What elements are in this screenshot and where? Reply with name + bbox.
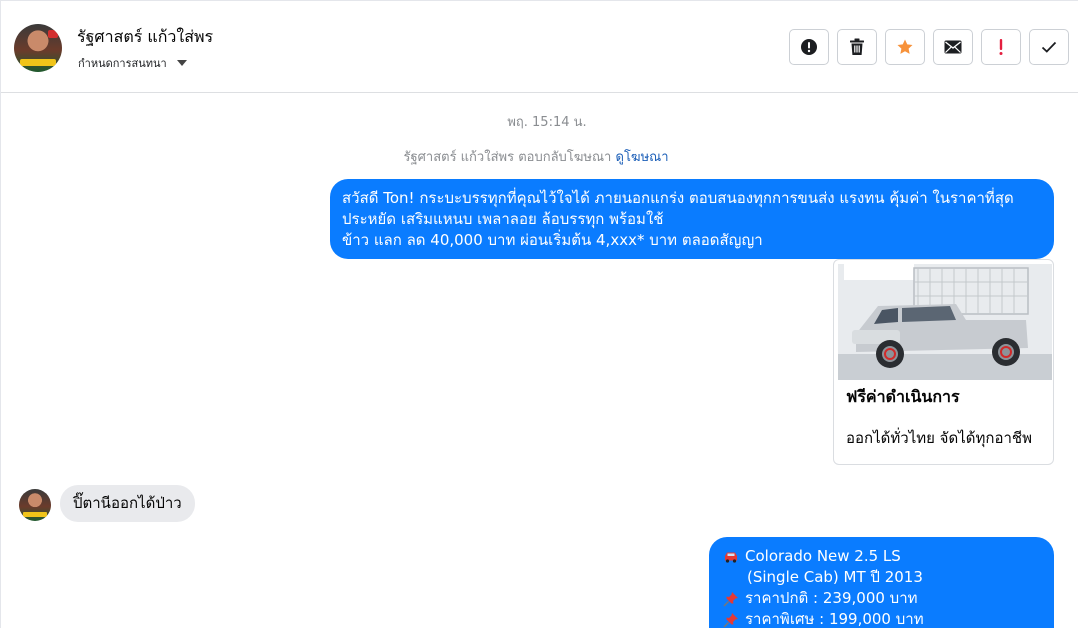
- ad-card[interactable]: ฟรีค่าดำเนินการ ออกได้ทั่วไทย จัดได้ทุกอ…: [833, 259, 1054, 465]
- envelope-icon: [944, 40, 962, 54]
- outgoing-message-bubble[interactable]: สวัสดี Ton! กระบะบรรทุกที่คุณไว้ใจได้ ภา…: [330, 179, 1054, 259]
- contact-avatar[interactable]: [14, 24, 62, 72]
- star-button[interactable]: [885, 29, 925, 65]
- car-icon: [721, 551, 741, 563]
- ad-card-subtitle: ออกได้ทั่วไทย จัดได้ทุกอาชีพ: [846, 429, 1032, 447]
- message-line: (Single Cab) MT ปี 2013: [747, 568, 923, 586]
- done-button[interactable]: [1029, 29, 1069, 65]
- important-button[interactable]: [981, 29, 1021, 65]
- message-line: ราคาพิเศษ : 199,000 บาท: [721, 609, 1042, 628]
- star-icon: [897, 39, 913, 54]
- pushpin-icon: [721, 591, 741, 607]
- check-icon: [1041, 41, 1057, 53]
- conversation-header: รัฐศาสตร์ แก้วใส่พร กำหนดการสนทนา: [1, 1, 1078, 93]
- ad-card-title: ฟรีค่าดำเนินการ: [846, 387, 960, 406]
- exclamation-icon: [999, 39, 1003, 55]
- incoming-message-bubble[interactable]: ปิ๊ตานีออกได้ป่าว: [60, 485, 195, 522]
- exclamation-circle-icon: [801, 39, 817, 55]
- view-ad-link[interactable]: ดูโฆษณา: [616, 150, 669, 165]
- report-button[interactable]: [789, 29, 829, 65]
- ad-reply-text: รัฐศาสตร์ แก้วใส่พร ตอบกลับโฆษณา: [403, 150, 612, 165]
- inbox-conversation-panel: รัฐศาสตร์ แก้วใส่พร กำหนดการสนทนา พฤ. 15…: [0, 0, 1078, 628]
- message-line: ข้าว แลก ลด 40,000 บาท ผ่อนเริ่มต้น 4,xx…: [342, 231, 763, 249]
- outgoing-message-bubble-2[interactable]: Colorado New 2.5 LS (Single Cab) MT ปี 2…: [709, 537, 1054, 628]
- message-timestamp: พฤ. 15:14 น.: [507, 115, 587, 130]
- conversation-actions: [789, 29, 1069, 65]
- pushpin-icon: [721, 612, 741, 628]
- ad-reply-notice: รัฐศาสตร์ แก้วใส่พร ตอบกลับโฆษณา ดูโฆษณา: [1, 146, 1071, 167]
- trash-icon: [850, 38, 864, 55]
- truck-image: [838, 264, 1052, 380]
- delete-button[interactable]: [837, 29, 877, 65]
- message-line: ประหยัด เสริมแหนบ เพลาลอย ล้อบรรทุก พร้อ…: [342, 210, 664, 228]
- chevron-down-icon: [176, 60, 187, 66]
- mark-unread-button[interactable]: [933, 29, 973, 65]
- message-line: ราคาปกติ : 239,000 บาท: [721, 588, 1042, 609]
- assign-label: กำหนดการสนทนา: [78, 57, 167, 70]
- assign-conversation-dropdown[interactable]: กำหนดการสนทนา: [78, 54, 187, 72]
- message-line: สวัสดี Ton! กระบะบรรทุกที่คุณไว้ใจได้ ภา…: [342, 189, 1014, 207]
- message-line: Colorado New 2.5 LS: [721, 546, 1042, 567]
- contact-avatar-small: [19, 489, 51, 521]
- contact-name[interactable]: รัฐศาสตร์ แก้วใส่พร: [77, 25, 213, 50]
